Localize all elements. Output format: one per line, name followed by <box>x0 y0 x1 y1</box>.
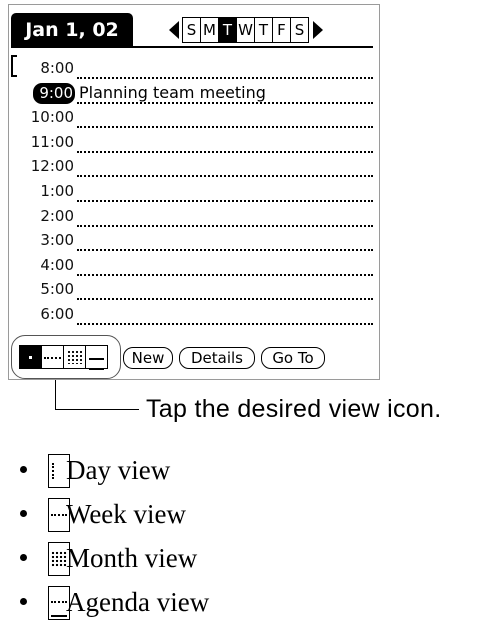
week-view-icon[interactable] <box>41 345 64 369</box>
bullet <box>20 554 27 561</box>
time-slot-list: 8:00 9:00 Planning team meeting 10:00 11… <box>9 57 379 328</box>
slot-time: 11:00 <box>30 132 74 151</box>
time-slot[interactable]: 9:00 Planning team meeting <box>9 82 379 107</box>
slot-line <box>77 249 373 252</box>
bullet <box>20 598 27 605</box>
legend-label: Month view <box>66 543 198 573</box>
agenda-view-icon[interactable] <box>85 345 108 370</box>
slot-time: 10:00 <box>30 108 74 127</box>
slot-line <box>77 199 373 202</box>
bullet <box>20 510 27 517</box>
slot-time-current: 9:00 <box>33 82 75 104</box>
slot-time: 4:00 <box>40 255 74 274</box>
day-cell-monday[interactable]: M <box>200 17 219 43</box>
day-view-icon[interactable] <box>19 345 42 369</box>
month-view-icon[interactable] <box>63 345 86 369</box>
date-book-screen: Jan 1, 02 S M T W T F S 8:00 9:00 Planni… <box>8 4 380 380</box>
callout-caption: Tap the desired view icon. <box>146 395 442 423</box>
new-button[interactable]: New <box>123 347 173 369</box>
slot-time: 5:00 <box>40 280 74 299</box>
slot-line <box>77 150 373 153</box>
slot-line <box>77 298 373 301</box>
day-cell-sunday[interactable]: S <box>182 17 201 43</box>
slot-line <box>77 175 373 178</box>
time-slot[interactable]: 3:00 <box>9 229 379 254</box>
time-slot[interactable]: 8:00 <box>9 57 379 82</box>
slot-time: 1:00 <box>40 181 74 200</box>
time-slot[interactable]: 6:00 <box>9 303 379 328</box>
triangle-right-icon[interactable] <box>309 17 327 43</box>
slot-line <box>77 126 373 129</box>
time-slot[interactable]: 5:00 <box>9 278 379 303</box>
triangle-left-icon[interactable] <box>165 17 183 43</box>
slot-line <box>77 77 373 79</box>
event-text[interactable]: Planning team meeting <box>79 83 266 103</box>
title-rule <box>11 46 373 48</box>
slot-time: 8:00 <box>40 59 74 77</box>
time-slot[interactable]: 12:00 <box>9 155 379 180</box>
slot-time: 2:00 <box>40 206 74 225</box>
week-navigator: S M T W T F S <box>165 17 327 43</box>
callout-leader-horizontal <box>55 409 139 410</box>
day-cell-tuesday[interactable]: T <box>218 17 237 43</box>
bullet <box>20 466 27 473</box>
slot-line <box>77 273 373 276</box>
day-cell-thursday[interactable]: T <box>254 17 273 43</box>
day-cell-wednesday[interactable]: W <box>236 17 255 43</box>
day-cell-friday[interactable]: F <box>272 17 291 43</box>
view-icon-group <box>19 345 113 370</box>
slot-line <box>77 224 373 227</box>
slot-line <box>77 322 373 325</box>
legend-label: Week view <box>66 499 187 529</box>
go-to-button[interactable]: Go To <box>261 347 325 369</box>
legend-label: Day view <box>66 455 171 485</box>
callout-leader-vertical <box>55 380 56 410</box>
time-slot[interactable]: 2:00 <box>9 205 379 230</box>
time-slot[interactable]: 1:00 <box>9 180 379 205</box>
legend-label: Agenda view <box>66 587 210 617</box>
slot-time: 6:00 <box>40 304 74 323</box>
time-slot[interactable]: 11:00 <box>9 131 379 156</box>
date-title-tab[interactable]: Jan 1, 02 <box>11 13 133 47</box>
time-slot[interactable]: 4:00 <box>9 254 379 279</box>
slot-time: 3:00 <box>40 231 74 250</box>
slot-time: 12:00 <box>30 157 74 176</box>
details-button[interactable]: Details <box>179 347 255 369</box>
time-slot[interactable]: 10:00 <box>9 106 379 131</box>
day-cell-saturday[interactable]: S <box>290 17 309 43</box>
